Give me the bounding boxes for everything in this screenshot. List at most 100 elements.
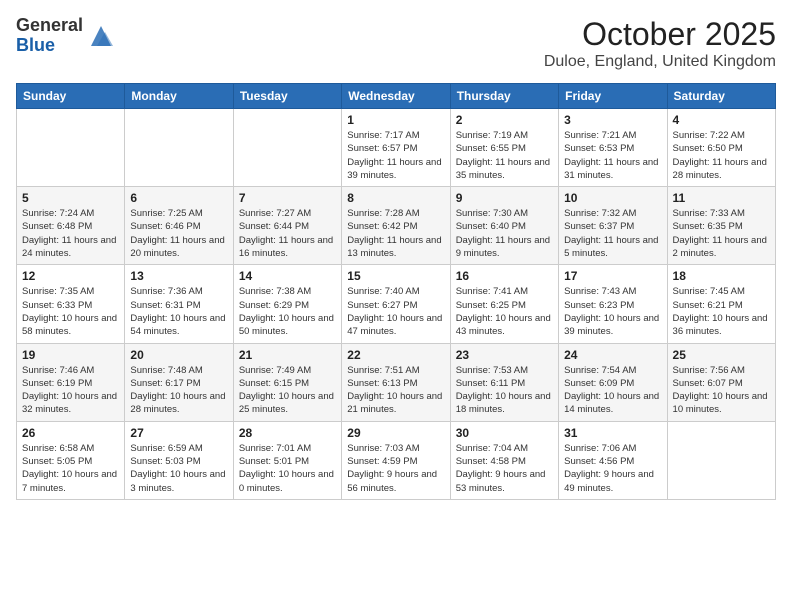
day-number: 11	[673, 191, 770, 205]
day-info: Sunrise: 7:01 AM Sunset: 5:01 PM Dayligh…	[239, 442, 336, 495]
calendar-cell: 4 Sunrise: 7:22 AM Sunset: 6:50 PM Daylig…	[667, 109, 775, 187]
day-info: Sunrise: 7:21 AM Sunset: 6:53 PM Dayligh…	[564, 129, 661, 182]
calendar-cell: 25 Sunrise: 7:56 AM Sunset: 6:07 PM Dayli…	[667, 343, 775, 421]
day-number: 10	[564, 191, 661, 205]
day-number: 7	[239, 191, 336, 205]
calendar-header-monday: Monday	[125, 84, 233, 109]
day-info: Sunrise: 7:30 AM Sunset: 6:40 PM Dayligh…	[456, 207, 553, 260]
calendar-cell: 21 Sunrise: 7:49 AM Sunset: 6:15 PM Dayli…	[233, 343, 341, 421]
calendar-cell: 13 Sunrise: 7:36 AM Sunset: 6:31 PM Dayli…	[125, 265, 233, 343]
calendar-cell: 26 Sunrise: 6:58 AM Sunset: 5:05 PM Dayli…	[17, 421, 125, 499]
day-info: Sunrise: 7:25 AM Sunset: 6:46 PM Dayligh…	[130, 207, 227, 260]
calendar-cell: 9 Sunrise: 7:30 AM Sunset: 6:40 PM Daylig…	[450, 187, 558, 265]
day-number: 5	[22, 191, 119, 205]
day-number: 16	[456, 269, 553, 283]
calendar-week-1: 5 Sunrise: 7:24 AM Sunset: 6:48 PM Daylig…	[17, 187, 776, 265]
calendar-cell: 19Sunrise: 7:46 AM Sunset: 6:19 PM Dayli…	[17, 343, 125, 421]
calendar-cell: 31 Sunrise: 7:06 AM Sunset: 4:56 PM Dayli…	[559, 421, 667, 499]
calendar-cell: 18Sunrise: 7:45 AM Sunset: 6:21 PM Dayli…	[667, 265, 775, 343]
day-number: 27	[130, 426, 227, 440]
calendar-cell	[233, 109, 341, 187]
day-info: Sunrise: 7:43 AM Sunset: 6:23 PM Dayligh…	[564, 285, 661, 338]
day-info: Sunrise: 7:28 AM Sunset: 6:42 PM Dayligh…	[347, 207, 444, 260]
calendar-cell: 10Sunrise: 7:32 AM Sunset: 6:37 PM Dayli…	[559, 187, 667, 265]
day-info: Sunrise: 7:24 AM Sunset: 6:48 PM Dayligh…	[22, 207, 119, 260]
calendar-cell	[667, 421, 775, 499]
calendar-cell: 5 Sunrise: 7:24 AM Sunset: 6:48 PM Daylig…	[17, 187, 125, 265]
day-number: 12	[22, 269, 119, 283]
location: Duloe, England, United Kingdom	[544, 53, 776, 71]
day-info: Sunrise: 7:51 AM Sunset: 6:13 PM Dayligh…	[347, 364, 444, 417]
day-number: 29	[347, 426, 444, 440]
day-info: Sunrise: 7:48 AM Sunset: 6:17 PM Dayligh…	[130, 364, 227, 417]
day-info: Sunrise: 6:58 AM Sunset: 5:05 PM Dayligh…	[22, 442, 119, 495]
day-number: 30	[456, 426, 553, 440]
day-number: 21	[239, 348, 336, 362]
day-number: 13	[130, 269, 227, 283]
day-number: 22	[347, 348, 444, 362]
calendar-cell: 22 Sunrise: 7:51 AM Sunset: 6:13 PM Dayli…	[342, 343, 450, 421]
calendar-cell: 17 Sunrise: 7:43 AM Sunset: 6:23 PM Dayli…	[559, 265, 667, 343]
day-info: Sunrise: 7:56 AM Sunset: 6:07 PM Dayligh…	[673, 364, 770, 417]
day-info: Sunrise: 7:36 AM Sunset: 6:31 PM Dayligh…	[130, 285, 227, 338]
calendar-cell: 12 Sunrise: 7:35 AM Sunset: 6:33 PM Dayli…	[17, 265, 125, 343]
day-info: Sunrise: 7:33 AM Sunset: 6:35 PM Dayligh…	[673, 207, 770, 260]
day-info: Sunrise: 7:53 AM Sunset: 6:11 PM Dayligh…	[456, 364, 553, 417]
day-info: Sunrise: 7:04 AM Sunset: 4:58 PM Dayligh…	[456, 442, 553, 495]
calendar-week-4: 26 Sunrise: 6:58 AM Sunset: 5:05 PM Dayli…	[17, 421, 776, 499]
calendar-week-3: 19Sunrise: 7:46 AM Sunset: 6:19 PM Dayli…	[17, 343, 776, 421]
day-info: Sunrise: 7:06 AM Sunset: 4:56 PM Dayligh…	[564, 442, 661, 495]
day-info: Sunrise: 7:54 AM Sunset: 6:09 PM Dayligh…	[564, 364, 661, 417]
day-number: 9	[456, 191, 553, 205]
day-number: 26	[22, 426, 119, 440]
day-number: 31	[564, 426, 661, 440]
day-info: Sunrise: 7:49 AM Sunset: 6:15 PM Dayligh…	[239, 364, 336, 417]
day-info: Sunrise: 7:22 AM Sunset: 6:50 PM Dayligh…	[673, 129, 770, 182]
logo-blue: Blue	[16, 36, 83, 56]
calendar-header-saturday: Saturday	[667, 84, 775, 109]
calendar-header-friday: Friday	[559, 84, 667, 109]
calendar-cell	[17, 109, 125, 187]
day-info: Sunrise: 7:17 AM Sunset: 6:57 PM Dayligh…	[347, 129, 444, 182]
day-number: 3	[564, 113, 661, 127]
day-number: 17	[564, 269, 661, 283]
calendar-header-sunday: Sunday	[17, 84, 125, 109]
calendar-cell: 8 Sunrise: 7:28 AM Sunset: 6:42 PM Daylig…	[342, 187, 450, 265]
logo: General Blue	[16, 16, 115, 56]
day-number: 2	[456, 113, 553, 127]
calendar-cell: 24 Sunrise: 7:54 AM Sunset: 6:09 PM Dayli…	[559, 343, 667, 421]
day-number: 19	[22, 348, 119, 362]
day-info: Sunrise: 7:40 AM Sunset: 6:27 PM Dayligh…	[347, 285, 444, 338]
calendar-cell: 7Sunrise: 7:27 AM Sunset: 6:44 PM Daylig…	[233, 187, 341, 265]
calendar-cell: 2 Sunrise: 7:19 AM Sunset: 6:55 PM Daylig…	[450, 109, 558, 187]
day-number: 25	[673, 348, 770, 362]
calendar-cell: 16Sunrise: 7:41 AM Sunset: 6:25 PM Dayli…	[450, 265, 558, 343]
day-number: 4	[673, 113, 770, 127]
calendar-header-thursday: Thursday	[450, 84, 558, 109]
day-info: Sunrise: 7:19 AM Sunset: 6:55 PM Dayligh…	[456, 129, 553, 182]
day-info: Sunrise: 6:59 AM Sunset: 5:03 PM Dayligh…	[130, 442, 227, 495]
month-title: October 2025	[544, 16, 776, 53]
day-number: 8	[347, 191, 444, 205]
logo-general: General	[16, 16, 83, 36]
day-number: 6	[130, 191, 227, 205]
day-number: 23	[456, 348, 553, 362]
calendar-table: SundayMondayTuesdayWednesdayThursdayFrid…	[16, 83, 776, 500]
calendar-cell: 15 Sunrise: 7:40 AM Sunset: 6:27 PM Dayli…	[342, 265, 450, 343]
day-number: 24	[564, 348, 661, 362]
calendar-cell: 30 Sunrise: 7:04 AM Sunset: 4:58 PM Dayli…	[450, 421, 558, 499]
calendar-header-row: SundayMondayTuesdayWednesdayThursdayFrid…	[17, 84, 776, 109]
calendar-cell: 6 Sunrise: 7:25 AM Sunset: 6:46 PM Daylig…	[125, 187, 233, 265]
day-info: Sunrise: 7:35 AM Sunset: 6:33 PM Dayligh…	[22, 285, 119, 338]
calendar-header-wednesday: Wednesday	[342, 84, 450, 109]
calendar-cell: 11 Sunrise: 7:33 AM Sunset: 6:35 PM Dayli…	[667, 187, 775, 265]
calendar-cell: 23 Sunrise: 7:53 AM Sunset: 6:11 PM Dayli…	[450, 343, 558, 421]
calendar-week-0: 1Sunrise: 7:17 AM Sunset: 6:57 PM Daylig…	[17, 109, 776, 187]
day-number: 14	[239, 269, 336, 283]
header: General Blue October 2025 Duloe, England…	[16, 16, 776, 71]
calendar-cell: 20Sunrise: 7:48 AM Sunset: 6:17 PM Dayli…	[125, 343, 233, 421]
calendar-header-tuesday: Tuesday	[233, 84, 341, 109]
day-info: Sunrise: 7:03 AM Sunset: 4:59 PM Dayligh…	[347, 442, 444, 495]
day-number: 15	[347, 269, 444, 283]
logo-icon	[87, 22, 115, 50]
